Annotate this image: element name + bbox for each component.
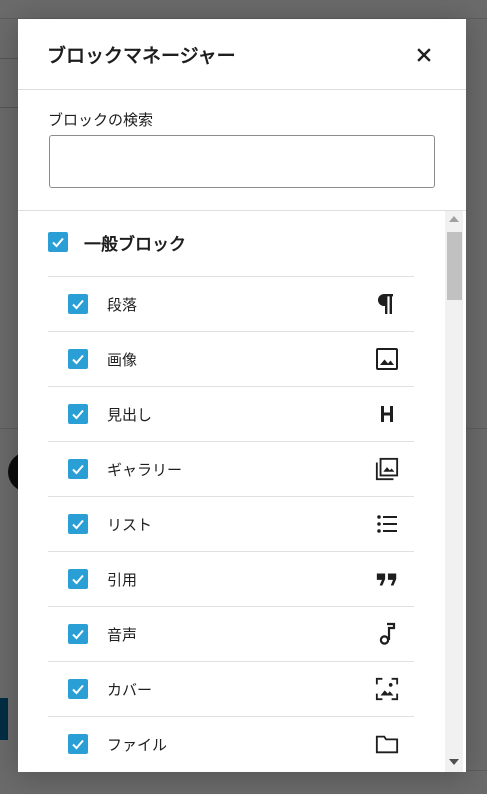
check-icon [72, 409, 84, 420]
paragraph-icon [375, 292, 399, 316]
search-label: ブロックの検索 [48, 111, 154, 129]
block-label: ギャラリー [107, 460, 183, 479]
list-item[interactable]: ファイル [48, 716, 414, 771]
scroll-up-arrow-icon[interactable] [449, 216, 459, 222]
list-item[interactable]: 段落 [48, 276, 414, 331]
block-checkbox[interactable] [68, 404, 88, 424]
list-scrollbar[interactable] [445, 211, 463, 772]
list-item[interactable]: リスト [48, 496, 414, 551]
block-label: 段落 [107, 295, 138, 314]
scroll-down-arrow-icon[interactable] [449, 759, 459, 765]
block-label: カバー [107, 680, 153, 699]
block-checkbox[interactable] [68, 514, 88, 534]
list-item[interactable]: カバー [48, 661, 414, 716]
scroll-thumb[interactable] [447, 232, 462, 300]
check-icon [72, 684, 84, 695]
check-icon [72, 574, 84, 585]
folder-icon [375, 732, 399, 756]
block-items: 段落 画像 見出し ギャラリー リスト 引用 音声 カバー ファイル [48, 276, 414, 771]
block-label: 見出し [107, 405, 153, 424]
block-label: ファイル [107, 735, 168, 754]
gallery-icon [375, 457, 399, 481]
category-checkbox[interactable] [48, 232, 68, 252]
block-checkbox[interactable] [68, 624, 88, 644]
audio-icon [375, 622, 399, 646]
block-list: 一般ブロック 段落 画像 見出し ギャラリー リスト 引用 音声 カバー ファイ… [18, 211, 466, 772]
modal-header: ブロックマネージャー [18, 19, 466, 90]
check-icon [72, 519, 84, 530]
check-icon [72, 354, 84, 365]
block-label: リスト [107, 515, 153, 534]
category-general: 一般ブロック [48, 227, 186, 257]
close-icon [417, 48, 431, 62]
list-item[interactable]: 音声 [48, 606, 414, 661]
block-search-input[interactable] [49, 135, 435, 188]
block-checkbox[interactable] [68, 679, 88, 699]
block-checkbox[interactable] [68, 349, 88, 369]
check-icon [72, 739, 84, 750]
block-checkbox[interactable] [68, 734, 88, 754]
list-item[interactable]: 見出し [48, 386, 414, 441]
quote-icon [375, 567, 399, 591]
search-area: ブロックの検索 [18, 90, 466, 211]
check-icon [72, 464, 84, 475]
close-button[interactable] [412, 43, 436, 67]
list-item[interactable]: 画像 [48, 331, 414, 386]
image-icon [375, 347, 399, 371]
block-checkbox[interactable] [68, 569, 88, 589]
check-icon [72, 299, 84, 310]
block-checkbox[interactable] [68, 459, 88, 479]
cover-icon [375, 677, 399, 701]
block-manager-modal: ブロックマネージャー ブロックの検索 一般ブロック 段落 画像 見出し ギャラリ… [18, 19, 466, 772]
heading-icon [375, 402, 399, 426]
modal-title: ブロックマネージャー [47, 45, 236, 67]
block-label: 画像 [107, 350, 138, 369]
list-icon [375, 512, 399, 536]
block-label: 引用 [107, 570, 138, 589]
category-label: 一般ブロック [84, 234, 186, 255]
check-icon [52, 237, 64, 248]
list-item[interactable]: ギャラリー [48, 441, 414, 496]
block-checkbox[interactable] [68, 294, 88, 314]
block-label: 音声 [107, 625, 138, 644]
check-icon [72, 629, 84, 640]
list-item[interactable]: 引用 [48, 551, 414, 606]
